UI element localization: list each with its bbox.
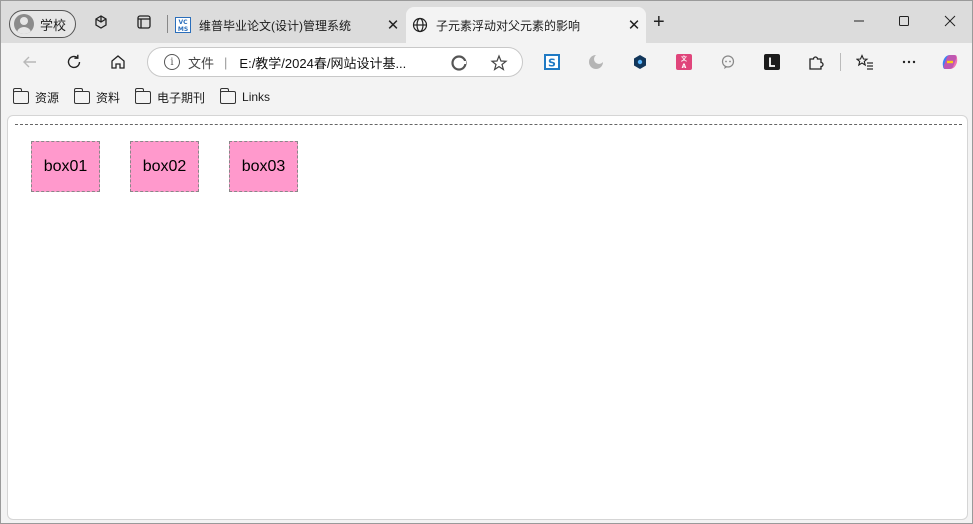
bookmark-label: 电子期刊 — [157, 90, 206, 105]
protocol-label: 文件 — [188, 55, 215, 71]
svg-text:文: 文 — [680, 55, 688, 63]
tab-separator — [167, 15, 168, 33]
folder-icon — [13, 87, 29, 104]
workspaces-icon[interactable] — [92, 13, 110, 31]
tab-float-demo[interactable]: 子元素浮动对父元素的影响 ✕ — [406, 7, 646, 43]
bookmark-label: Links — [242, 90, 271, 104]
bookmark-label: 资源 — [35, 90, 60, 105]
address-bar[interactable]: i 文件 | E:/教学/2024春/网站设计基... — [147, 47, 523, 77]
navigation-toolbar: i 文件 | E:/教学/2024春/网站设计基... S 文A — [1, 43, 972, 81]
toolbar-divider — [840, 53, 841, 71]
float-box: box02 — [130, 141, 199, 192]
tab-title: 维普毕业论文(设计)管理系统 — [199, 18, 351, 33]
tab-title: 子元素浮动对父元素的影响 — [436, 18, 581, 33]
tab-actions-icon[interactable] — [135, 13, 153, 31]
float-box: box03 — [229, 141, 298, 192]
tab-strip: 学校 VC MS 维普毕业论文(设计)管理系统 ✕ 子元素浮动对父元素的影响 ✕ … — [1, 1, 972, 43]
person-icon — [14, 14, 34, 34]
folder-icon — [74, 87, 91, 104]
parent-container: box01 box02 box03 — [15, 124, 962, 192]
more-menu-icon[interactable] — [899, 52, 919, 72]
moon-extension-icon[interactable] — [586, 52, 606, 72]
folder-icon — [220, 87, 237, 104]
minimize-icon[interactable] — [836, 11, 882, 31]
profile-button[interactable]: 学校 — [9, 10, 76, 38]
bookmarks-bar: 资源 资料 电子期刊 Links — [1, 81, 972, 113]
address-divider: | — [224, 54, 228, 70]
float-box: box01 — [31, 141, 100, 192]
bookmark-label: 资料 — [96, 90, 121, 105]
svg-text:MS: MS — [178, 26, 188, 33]
folder-icon — [135, 87, 152, 104]
close-tab-icon[interactable]: ✕ — [381, 16, 405, 34]
info-icon[interactable]: i — [164, 54, 180, 70]
vcms-icon: VC MS — [175, 17, 191, 33]
page-viewport: box01 box02 box03 — [7, 115, 968, 520]
new-tab-icon[interactable]: + — [653, 12, 665, 32]
bookmark-folder-materials[interactable]: 资料 — [74, 87, 121, 106]
extensions-puzzle-icon[interactable] — [806, 52, 826, 72]
edge-compat-icon[interactable] — [450, 54, 468, 72]
bookmark-folder-ejournals[interactable]: 电子期刊 — [135, 87, 206, 106]
url-text[interactable]: E:/教学/2024春/网站设计基... — [239, 53, 425, 72]
svg-text:VC: VC — [178, 19, 188, 26]
maximize-icon[interactable] — [881, 11, 927, 31]
close-tab-icon[interactable]: ✕ — [622, 16, 646, 34]
favorite-star-icon[interactable] — [490, 54, 508, 72]
browser-window: 学校 VC MS 维普毕业论文(设计)管理系统 ✕ 子元素浮动对父元素的影响 ✕ … — [0, 0, 973, 524]
svg-text:S: S — [548, 57, 556, 70]
favorites-list-icon[interactable] — [855, 52, 875, 72]
refresh-icon[interactable] — [64, 52, 84, 72]
profile-label: 学校 — [40, 17, 67, 33]
bookmark-folder-resources[interactable]: 资源 — [13, 87, 60, 106]
close-window-icon[interactable] — [927, 11, 973, 31]
s-extension-icon[interactable]: S — [542, 52, 562, 72]
hexagon-extension-icon[interactable] — [630, 52, 650, 72]
translate-extension-icon[interactable]: 文A — [674, 52, 694, 72]
l-extension-icon[interactable] — [762, 52, 782, 72]
tab-thesis-system[interactable]: VC MS 维普毕业论文(设计)管理系统 ✕ — [169, 7, 405, 43]
chat-extension-icon[interactable] — [718, 52, 738, 72]
copilot-icon[interactable] — [939, 51, 961, 73]
back-arrow-icon[interactable] — [20, 52, 40, 72]
bookmark-folder-links[interactable]: Links — [220, 87, 271, 104]
home-icon[interactable] — [108, 52, 128, 72]
svg-text:A: A — [682, 63, 687, 70]
globe-icon — [412, 17, 428, 33]
